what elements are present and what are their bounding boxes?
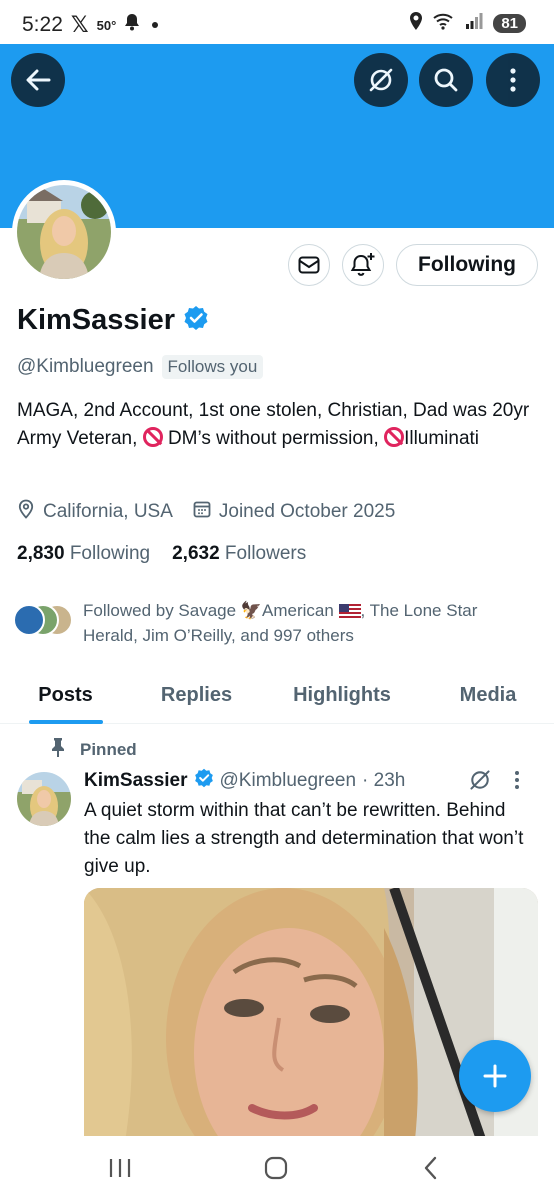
compose-button[interactable]: [459, 1040, 531, 1112]
post-time[interactable]: · 23h: [362, 770, 405, 792]
bio-text-2: DM’s without permission,: [162, 428, 385, 449]
post-author-avatar[interactable]: [17, 772, 71, 826]
profile-tabs: Posts Replies Highlights Media: [0, 666, 554, 724]
profile-handle: @Kimbluegreen: [17, 356, 154, 377]
followers-count: 2,632: [172, 543, 220, 564]
pinned-indicator: Pinned: [50, 737, 137, 762]
back-button[interactable]: [11, 53, 65, 107]
profile-location: California, USA: [43, 501, 173, 522]
tab-label: Highlights: [293, 683, 391, 706]
post-header: KimSassier @Kimbluegreen · 23h: [84, 768, 405, 794]
grok-icon: [369, 68, 393, 92]
tab-highlights[interactable]: Highlights: [262, 666, 422, 724]
display-name: KimSassier: [17, 304, 175, 336]
followed-by-prefix: Followed by Savage: [83, 601, 241, 620]
more-vertical-icon: [510, 68, 516, 92]
profile-joined: Joined October 2025: [218, 501, 396, 522]
home-button[interactable]: [256, 1152, 296, 1184]
plus-icon: [483, 1064, 507, 1088]
tab-label: Replies: [160, 683, 233, 706]
x-app-icon: 𝕏: [70, 12, 89, 37]
grok-icon[interactable]: [468, 768, 492, 797]
post-author-name[interactable]: KimSassier: [84, 770, 188, 792]
tab-label: Media: [459, 683, 517, 706]
following-button[interactable]: Following: [396, 244, 538, 286]
back-nav-button[interactable]: [411, 1152, 451, 1184]
status-bar: 5:22 𝕏 50° 81: [0, 0, 554, 44]
name-row: KimSassier: [17, 304, 209, 337]
more-button[interactable]: [486, 53, 540, 107]
following-label: Following: [69, 543, 151, 564]
avatar-image: [17, 185, 111, 279]
profile-avatar[interactable]: [12, 180, 116, 284]
recent-apps-icon: [109, 1159, 131, 1177]
followed-by-text: Followed by Savage 🦅American , The Lone …: [83, 598, 533, 648]
home-icon: [264, 1156, 288, 1180]
signal-icon: [465, 12, 483, 35]
verified-badge-icon: [183, 305, 209, 336]
followers-stat[interactable]: 2,632 Followers: [172, 543, 320, 565]
recent-apps-button[interactable]: [100, 1152, 140, 1184]
active-tab-indicator: [28, 720, 103, 724]
arrow-left-icon: [26, 69, 51, 91]
dot-indicator: [152, 22, 159, 28]
more-vertical-icon[interactable]: [514, 770, 520, 795]
post-header-actions: [468, 768, 520, 797]
post-image[interactable]: [84, 888, 538, 1148]
notify-button[interactable]: [342, 244, 384, 286]
status-time: 5:22: [22, 13, 63, 36]
follower-avatars: [13, 604, 75, 638]
status-left: 5:22 𝕏 50°: [22, 12, 159, 38]
pin-icon: [50, 737, 66, 762]
prohibited-icon: [384, 427, 405, 447]
tab-replies[interactable]: Replies: [131, 666, 262, 724]
post-text: A quiet storm within that can’t be rewri…: [84, 800, 524, 877]
grok-button[interactable]: [354, 53, 408, 107]
following-stat[interactable]: 2,830 Following: [17, 543, 164, 565]
follows-you-badge: Follows you: [161, 355, 264, 379]
follow-stats: 2,830 Following 2,632 Followers: [17, 543, 320, 565]
location-pin-icon: [17, 499, 35, 525]
tab-posts[interactable]: Posts: [0, 666, 131, 724]
calendar-icon: [193, 500, 211, 524]
verified-badge-icon: [194, 768, 214, 794]
status-right: 81: [409, 12, 526, 35]
envelope-icon: [298, 256, 320, 274]
location-status-icon: [409, 12, 423, 35]
pinned-label: Pinned: [80, 739, 137, 759]
followed-by[interactable]: Followed by Savage 🦅American , The Lone …: [13, 598, 533, 648]
following-count: 2,830: [17, 543, 65, 564]
message-button[interactable]: [288, 244, 330, 286]
avatar: [13, 604, 45, 636]
profile-bio: MAGA, 2nd Account, 1st one stolen, Chris…: [17, 397, 545, 453]
search-icon: [434, 68, 458, 92]
followers-label: Followers: [224, 543, 307, 564]
handle-row: @Kimbluegreen Follows you: [17, 355, 264, 379]
temperature: 50°: [96, 17, 117, 33]
bell-plus-icon: [350, 253, 375, 276]
followed-by-mid: American: [262, 601, 339, 620]
prohibited-icon: [142, 427, 163, 447]
bio-text-3: Illuminati: [404, 428, 480, 449]
wifi-icon: [433, 12, 455, 35]
us-flag-icon: [338, 601, 361, 620]
notification-bell-icon: [124, 13, 140, 37]
system-nav-bar: [0, 1136, 554, 1200]
tab-media[interactable]: Media: [422, 666, 554, 724]
profile-meta: California, USA Joined October 2025: [17, 499, 395, 525]
chevron-left-icon: [424, 1156, 437, 1180]
search-button[interactable]: [419, 53, 473, 107]
battery-indicator: 81: [493, 14, 526, 33]
eagle-icon: 🦅: [240, 601, 262, 620]
tab-label: Posts: [38, 683, 93, 706]
post-author-handle[interactable]: @Kimbluegreen: [220, 770, 357, 792]
